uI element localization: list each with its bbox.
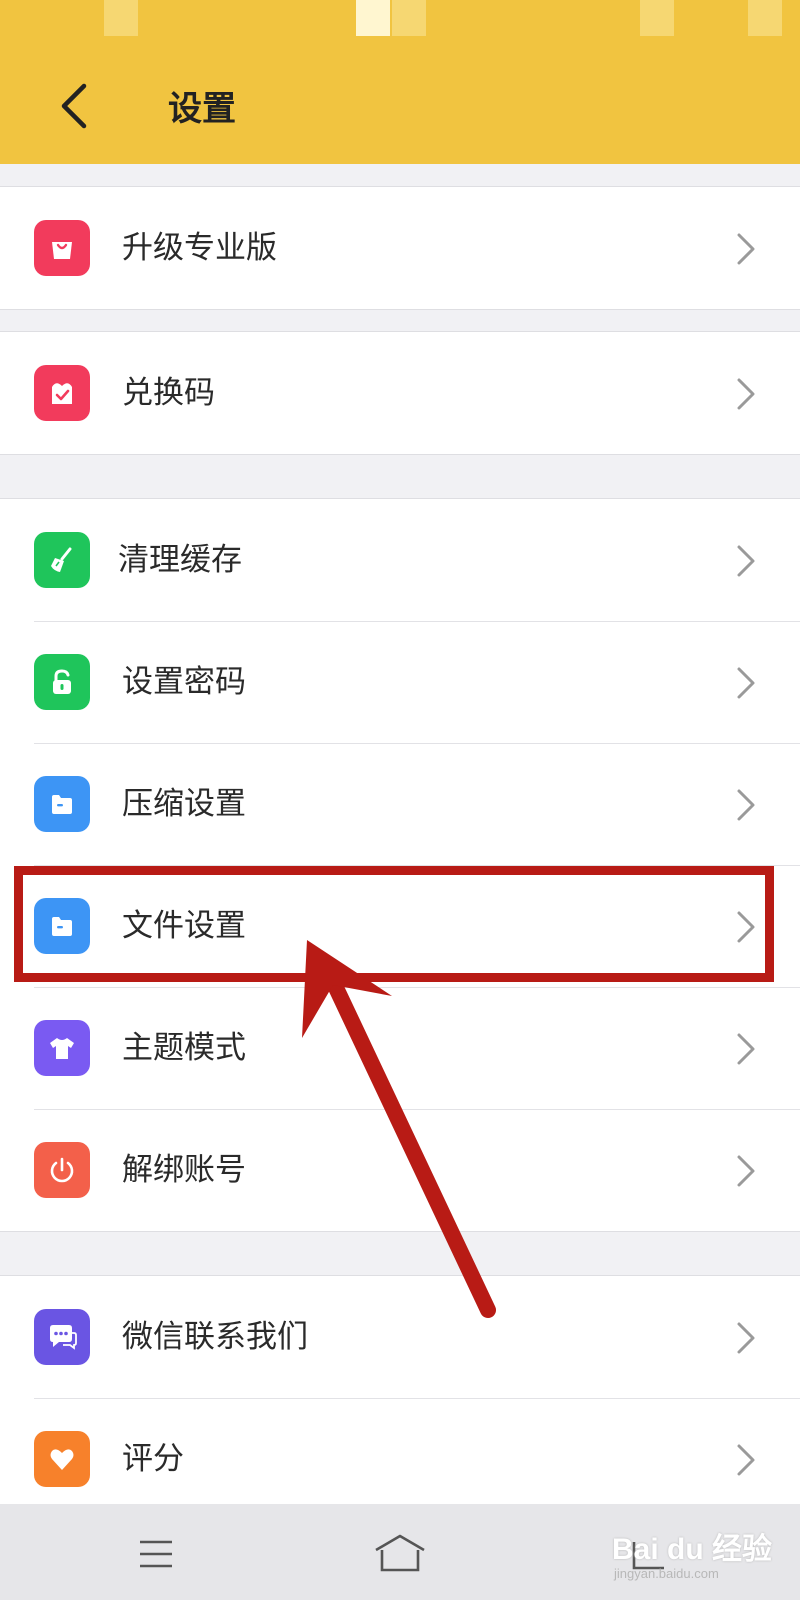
status-bar-blur <box>104 0 138 36</box>
settings-item-wechat-contact[interactable]: 微信联系我们 <box>0 1276 800 1398</box>
gift-check-icon <box>34 365 90 421</box>
folder-icon <box>34 898 90 954</box>
chevron-right-icon <box>737 1322 755 1354</box>
chat-bubble-icon <box>34 1309 90 1365</box>
chevron-right-icon <box>737 1033 755 1065</box>
settings-group-upgrade: 升级专业版 <box>0 186 800 310</box>
chevron-right-icon <box>737 911 755 943</box>
settings-item-label: 微信联系我们 <box>122 1319 308 1355</box>
folder-icon <box>34 776 90 832</box>
chevron-right-icon <box>737 378 755 410</box>
settings-item-label: 评分 <box>122 1441 184 1477</box>
page-title: 设置 <box>168 89 236 129</box>
chevron-right-icon <box>737 1155 755 1187</box>
status-bar-blur <box>392 0 426 36</box>
settings-item-label: 主题模式 <box>122 1030 246 1066</box>
unlock-icon <box>34 654 90 710</box>
chevron-right-icon <box>737 667 755 699</box>
settings-item-label: 文件设置 <box>122 908 246 944</box>
settings-item-compression[interactable]: 压缩设置 <box>0 743 800 865</box>
settings-item-label: 解绑账号 <box>122 1152 246 1188</box>
broom-icon <box>34 532 90 588</box>
settings-item-label: 设置密码 <box>122 664 246 700</box>
heart-icon <box>34 1431 90 1487</box>
chevron-right-icon <box>737 1444 755 1476</box>
chevron-right-icon <box>737 789 755 821</box>
home-icon[interactable] <box>370 1532 430 1576</box>
chevron-right-icon <box>737 233 755 265</box>
settings-group-main: 清理缓存 设置密码 压缩设置 文件设置 主题模式 解绑账号 <box>0 498 800 1232</box>
back-icon[interactable] <box>620 1532 680 1576</box>
settings-item-file-settings[interactable]: 文件设置 <box>0 865 800 987</box>
settings-item-upgrade-pro[interactable]: 升级专业版 <box>0 187 800 309</box>
shopping-bag-icon <box>34 220 90 276</box>
status-bar-blur <box>640 0 674 36</box>
settings-item-label: 升级专业版 <box>122 230 277 266</box>
settings-item-redeem-code[interactable]: 兑换码 <box>0 332 800 454</box>
app-header: 设置 <box>0 0 800 164</box>
settings-group-redeem: 兑换码 <box>0 331 800 455</box>
menu-icon[interactable] <box>126 1532 186 1576</box>
settings-item-unbind-account[interactable]: 解绑账号 <box>0 1109 800 1231</box>
chevron-right-icon <box>737 545 755 577</box>
settings-item-clear-cache[interactable]: 清理缓存 <box>0 499 800 621</box>
settings-item-rate[interactable]: 评分 <box>0 1398 800 1520</box>
tshirt-icon <box>34 1020 90 1076</box>
settings-item-theme-mode[interactable]: 主题模式 <box>0 987 800 1109</box>
settings-item-label: 兑换码 <box>122 375 215 411</box>
chevron-left-icon <box>61 83 87 129</box>
settings-group-contact: 微信联系我们 评分 <box>0 1275 800 1521</box>
power-icon <box>34 1142 90 1198</box>
settings-item-label: 清理缓存 <box>118 542 242 578</box>
settings-item-label: 压缩设置 <box>122 786 246 822</box>
bottom-navigation-bar <box>0 1504 800 1600</box>
back-button[interactable] <box>48 78 104 134</box>
status-bar-blur <box>356 0 390 36</box>
settings-item-set-password[interactable]: 设置密码 <box>0 621 800 743</box>
status-bar-blur <box>748 0 782 36</box>
